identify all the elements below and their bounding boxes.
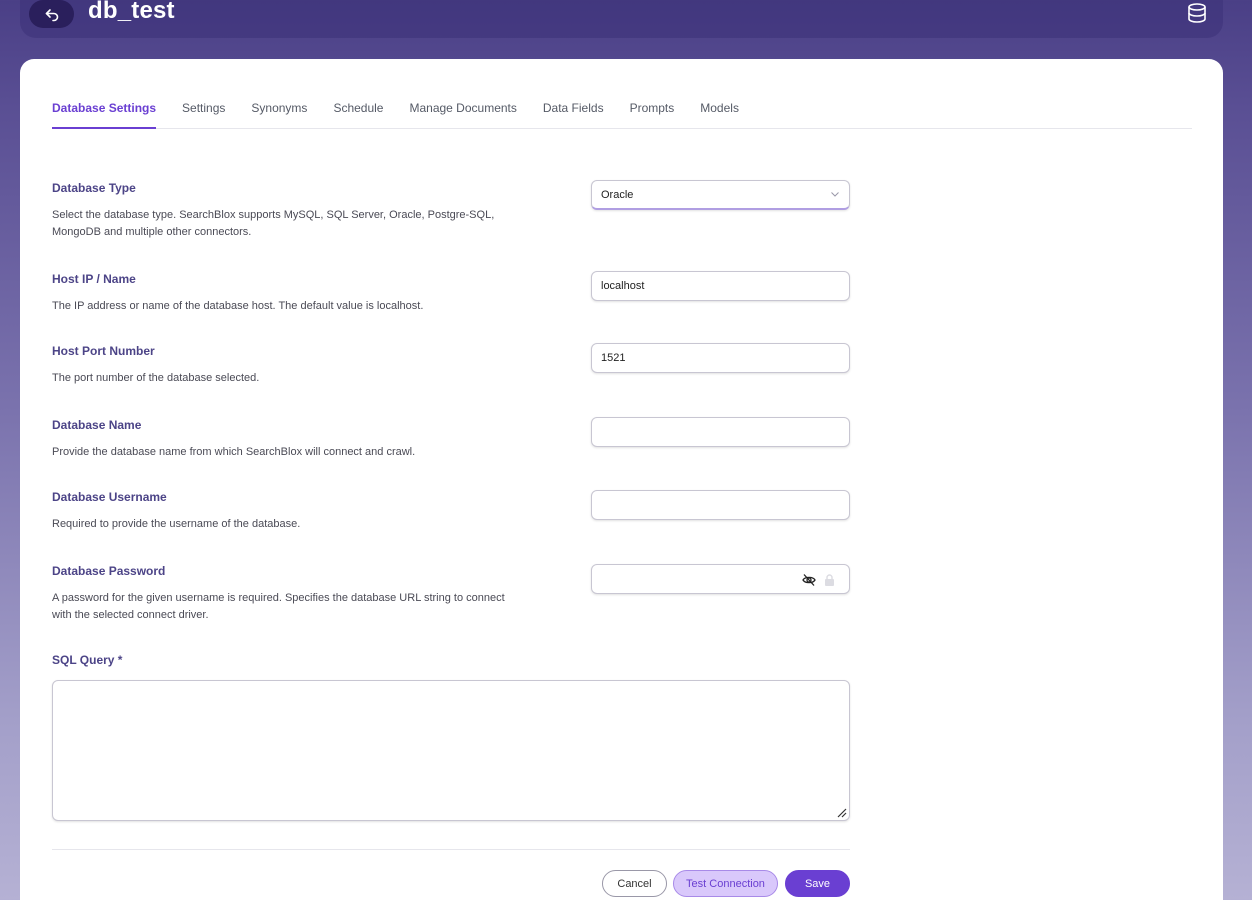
tab-prompts[interactable]: Prompts xyxy=(630,99,675,129)
password-input-field[interactable] xyxy=(601,573,791,585)
port-desc: The port number of the database selected… xyxy=(52,372,260,384)
footer-divider xyxy=(52,849,850,850)
sql-query-row: SQL Query * xyxy=(52,653,1192,667)
sql-query-textarea[interactable] xyxy=(52,680,850,821)
password-input[interactable] xyxy=(591,564,850,594)
tab-manage-documents[interactable]: Manage Documents xyxy=(409,99,516,129)
username-input-field[interactable] xyxy=(601,499,840,511)
tab-settings[interactable]: Settings xyxy=(182,99,225,129)
username-desc: Required to provide the username of the … xyxy=(52,518,301,530)
tab-schedule[interactable]: Schedule xyxy=(333,99,383,129)
db-name-desc: Provide the database name from which Sea… xyxy=(52,446,416,458)
database-icon[interactable] xyxy=(1186,2,1208,24)
settings-card: Database Settings Settings Synonyms Sche… xyxy=(20,59,1223,900)
db-name-input-field[interactable] xyxy=(601,426,840,438)
port-input[interactable] xyxy=(591,343,850,373)
username-input[interactable] xyxy=(591,490,850,520)
page-title: db_test xyxy=(88,0,175,24)
database-type-desc: Select the database type. SearchBlox sup… xyxy=(52,209,495,238)
password-desc: A password for the given username is req… xyxy=(52,592,505,621)
chevron-down-icon xyxy=(831,192,839,197)
top-bar xyxy=(20,0,1223,38)
host-desc: The IP address or name of the database h… xyxy=(52,300,424,312)
database-type-select[interactable]: Oracle xyxy=(591,180,850,210)
back-button[interactable] xyxy=(29,0,74,28)
db-name-input[interactable] xyxy=(591,417,850,447)
host-input[interactable] xyxy=(591,271,850,301)
cancel-button[interactable]: Cancel xyxy=(602,870,667,897)
tab-data-fields[interactable]: Data Fields xyxy=(543,99,604,129)
lock-icon xyxy=(825,574,834,586)
tab-database-settings[interactable]: Database Settings xyxy=(52,99,157,129)
database-type-value: Oracle xyxy=(601,188,634,201)
back-arrow-icon xyxy=(45,9,58,22)
tab-synonyms[interactable]: Synonyms xyxy=(251,99,307,129)
save-button[interactable]: Save xyxy=(785,870,850,897)
sql-query-label: SQL Query * xyxy=(52,653,123,667)
host-input-field[interactable] xyxy=(601,280,840,292)
tab-models[interactable]: Models xyxy=(700,99,739,129)
tab-bar: Database Settings Settings Synonyms Sche… xyxy=(52,99,1192,129)
eye-off-icon[interactable] xyxy=(802,573,816,587)
port-input-field[interactable] xyxy=(601,352,840,364)
test-connection-button[interactable]: Test Connection xyxy=(673,870,778,897)
resize-handle-icon[interactable] xyxy=(835,806,847,818)
